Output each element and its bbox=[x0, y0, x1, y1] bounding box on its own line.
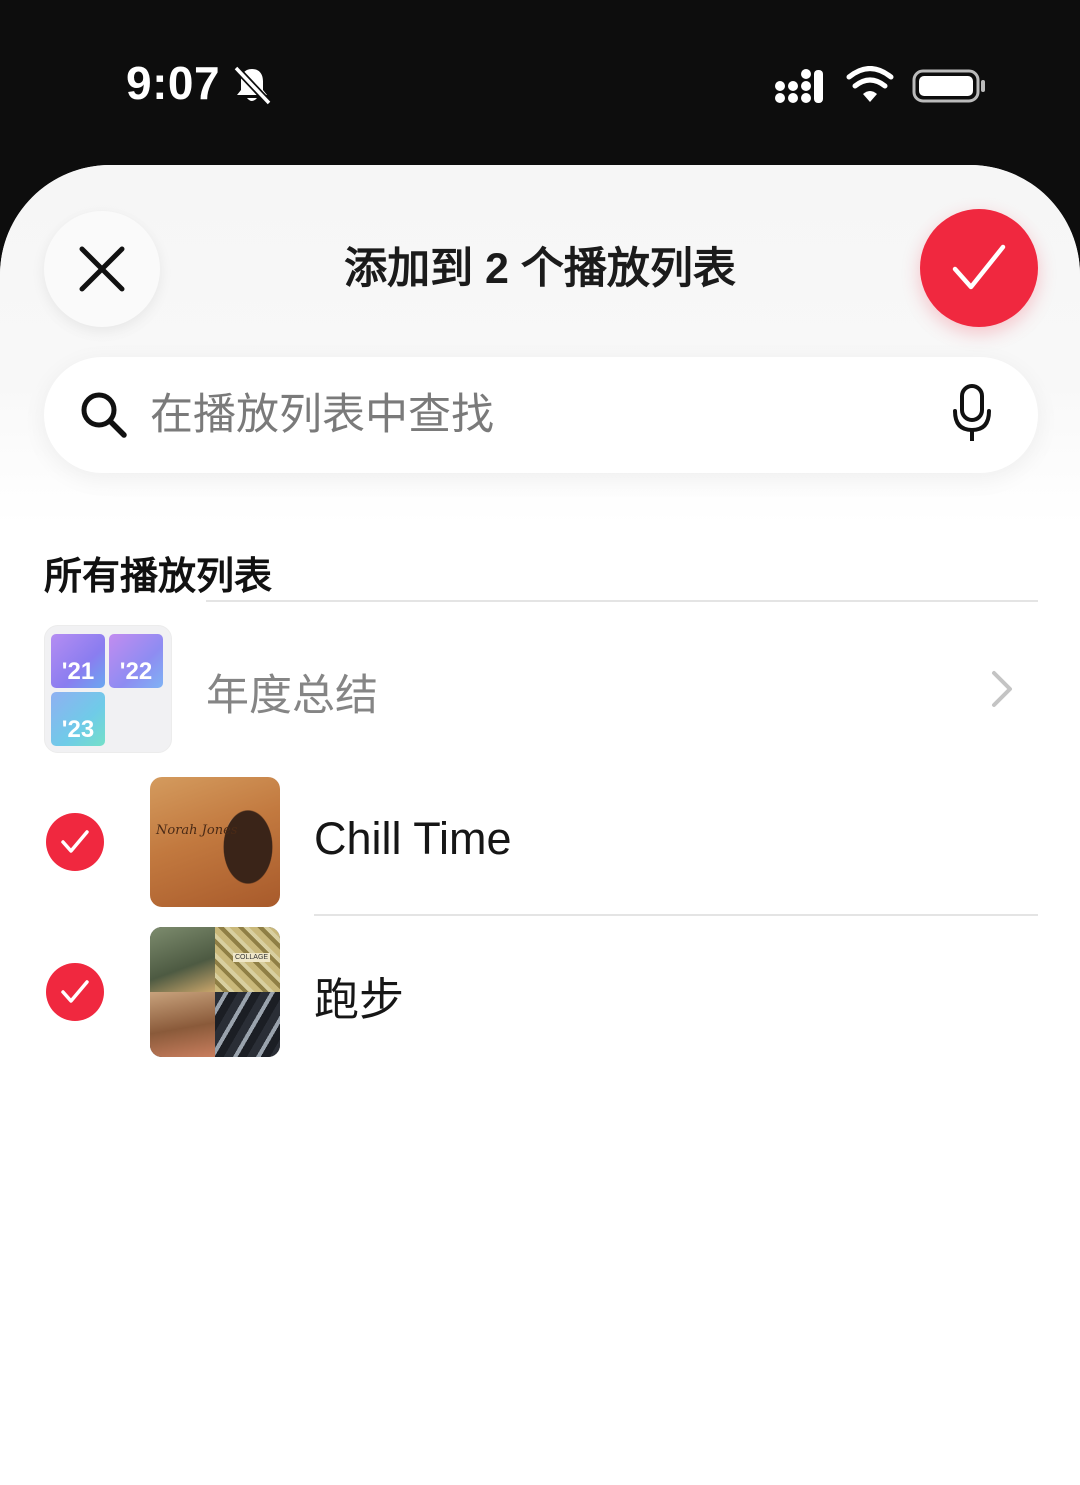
checkmark-icon bbox=[952, 244, 1006, 290]
artwork-quadrant bbox=[150, 992, 215, 1057]
microphone-icon[interactable] bbox=[950, 383, 994, 445]
playlist-label: 跑步 bbox=[314, 974, 405, 1025]
replay-tile: '22 bbox=[109, 634, 163, 688]
checkmark-icon bbox=[61, 830, 89, 853]
folder-artwork: '21 '22 '23 bbox=[44, 625, 172, 753]
search-input[interactable] bbox=[150, 381, 910, 449]
playlist-artwork: Norah Jones bbox=[150, 777, 280, 907]
folder-label: 年度总结 bbox=[206, 672, 378, 720]
close-button[interactable] bbox=[44, 211, 160, 327]
replay-tile: '23 bbox=[51, 692, 105, 746]
playlist-row-chill-time[interactable]: Norah Jones Chill Time bbox=[44, 777, 1038, 907]
playlist-row-running[interactable]: COLLAGE 跑步 bbox=[44, 927, 1038, 1057]
artwork-text: COLLAGE bbox=[233, 953, 271, 962]
artwork-quadrant: COLLAGE bbox=[215, 927, 280, 992]
replay-tile: '21 bbox=[51, 634, 105, 688]
cellular-signal-icon bbox=[775, 69, 823, 103]
playlist-artwork: COLLAGE bbox=[150, 927, 280, 1057]
chevron-right-icon bbox=[992, 671, 1012, 707]
status-time: 9:07 bbox=[126, 57, 221, 109]
selected-check[interactable] bbox=[46, 813, 104, 871]
divider bbox=[206, 600, 1038, 602]
divider bbox=[314, 914, 1038, 916]
section-title-all-playlists: 所有播放列表 bbox=[44, 556, 273, 598]
status-bar: 9:07 bbox=[0, 0, 1080, 165]
sheet-title: 添加到 2 个播放列表 bbox=[344, 245, 736, 293]
battery-icon bbox=[912, 69, 985, 103]
bell-slash-icon bbox=[233, 65, 272, 106]
playlist-label: Chill Time bbox=[314, 813, 512, 864]
close-icon bbox=[79, 246, 125, 292]
search-icon bbox=[81, 392, 127, 438]
playlist-folder-row[interactable]: '21 '22 '23 年度总结 bbox=[44, 625, 1038, 755]
wifi-icon bbox=[846, 66, 894, 102]
artwork-text: Norah Jones bbox=[156, 823, 238, 838]
artwork-quadrant bbox=[215, 992, 280, 1057]
search-bar[interactable] bbox=[44, 357, 1038, 473]
checkmark-icon bbox=[61, 980, 89, 1003]
selected-check[interactable] bbox=[46, 963, 104, 1021]
artwork-quadrant bbox=[150, 927, 215, 992]
confirm-button[interactable] bbox=[920, 209, 1038, 327]
